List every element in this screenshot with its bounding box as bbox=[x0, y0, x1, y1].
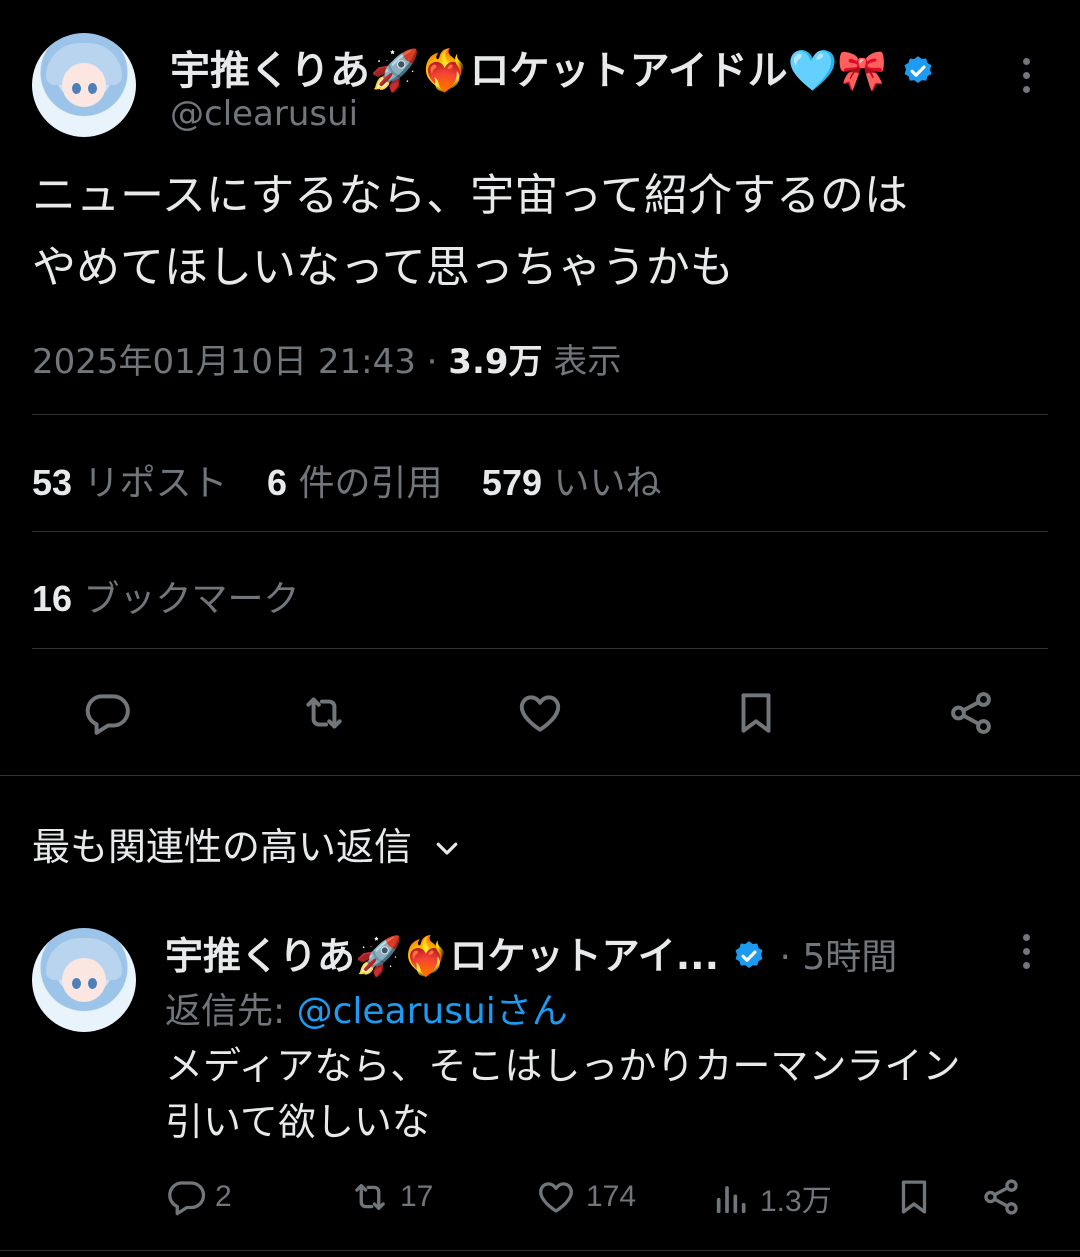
divider bbox=[32, 531, 1048, 532]
reply-icon bbox=[165, 1176, 207, 1218]
quotes-count: 6 bbox=[266, 462, 287, 503]
section-divider bbox=[0, 1250, 1080, 1251]
tweet-text: ニュースにするなら、宇宙って紹介するのは やめてほしいなって思っちゃうかも bbox=[32, 160, 908, 304]
reply-to-prefix: 返信先: bbox=[165, 991, 297, 1032]
reply-to: 返信先: @clearusuiさん bbox=[165, 982, 568, 1034]
like-icon[interactable] bbox=[514, 688, 566, 738]
verified-badge-icon bbox=[901, 52, 935, 86]
share-icon[interactable] bbox=[980, 1176, 1022, 1218]
share-icon[interactable] bbox=[946, 688, 996, 738]
likes-count: 579 bbox=[481, 462, 542, 503]
likes-stat[interactable]: 579 いいね bbox=[481, 462, 662, 504]
bookmarks-stat[interactable]: 16 ブックマーク bbox=[32, 570, 300, 622]
reply-text-line: メディアなら、そこはしっかりカーマンライン bbox=[165, 1044, 961, 1088]
tweet-text-line: ニュースにするなら、宇宙って紹介するのは bbox=[32, 170, 909, 221]
reply-time[interactable]: · 5時間 bbox=[780, 937, 898, 978]
bookmarks-count: 16 bbox=[32, 578, 73, 619]
bookmarks-label: ブックマーク bbox=[83, 579, 300, 620]
like-icon bbox=[534, 1176, 578, 1218]
verified-badge-icon bbox=[732, 938, 766, 972]
author-avatar[interactable] bbox=[32, 33, 136, 137]
tweet-text-line: やめてほしいなって思っちゃうかも bbox=[32, 242, 734, 293]
reply-author-name[interactable]: 宇推くりあ🚀❤️‍🔥ロケットアイ... · 5時間 bbox=[165, 925, 897, 980]
reply-like-button[interactable]: 174 bbox=[534, 1176, 636, 1218]
reply-icon[interactable] bbox=[82, 688, 132, 738]
author-name[interactable]: 宇推くりあ🚀❤️‍🔥ロケットアイドル🩵🎀 bbox=[170, 38, 935, 96]
reply-reposts-count: 17 bbox=[400, 1180, 434, 1213]
reply-author-avatar[interactable] bbox=[32, 928, 136, 1032]
reply-to-handle[interactable]: @clearusui bbox=[297, 991, 496, 1032]
more-icon[interactable] bbox=[1022, 934, 1030, 969]
quotes-label: 件の引用 bbox=[298, 463, 443, 504]
reply-views-button[interactable]: 1.3万 bbox=[712, 1176, 832, 1220]
stats-row: 53 リポスト 6 件の引用 579 いいね bbox=[32, 454, 661, 506]
views-icon bbox=[712, 1177, 752, 1219]
reply-text: メディアなら、そこはしっかりカーマンライン 引いて欲しいな bbox=[165, 1038, 960, 1150]
reply-repost-button[interactable]: 17 bbox=[348, 1176, 433, 1218]
reply-to-suffix: さん bbox=[495, 991, 568, 1032]
reposts-count: 53 bbox=[32, 462, 73, 503]
likes-label: いいね bbox=[553, 463, 662, 504]
bookmark-icon[interactable] bbox=[893, 1176, 935, 1218]
chevron-down-icon bbox=[432, 828, 462, 872]
repost-icon bbox=[348, 1176, 392, 1218]
repost-icon[interactable] bbox=[298, 688, 350, 738]
reply-likes-count: 174 bbox=[586, 1180, 637, 1213]
reply-reply-button[interactable]: 2 bbox=[165, 1176, 232, 1218]
reply-views-count: 1.3万 bbox=[760, 1185, 832, 1218]
reply-display-name: 宇推くりあ🚀❤️‍🔥ロケットアイ... bbox=[165, 934, 720, 978]
reposts-stat[interactable]: 53 リポスト bbox=[32, 462, 228, 504]
author-display-name: 宇推くりあ🚀❤️‍🔥ロケットアイドル🩵🎀 bbox=[170, 48, 888, 94]
reposts-label: リポスト bbox=[83, 463, 228, 504]
divider bbox=[32, 648, 1048, 649]
views-count: 3.9万 bbox=[448, 342, 543, 382]
section-divider bbox=[0, 775, 1080, 776]
author-handle[interactable]: @clearusui bbox=[170, 94, 358, 134]
quotes-stat[interactable]: 6 件の引用 bbox=[266, 462, 443, 504]
meta-separator: · bbox=[426, 342, 438, 382]
reply-replies-count: 2 bbox=[215, 1180, 232, 1213]
bookmark-icon[interactable] bbox=[731, 688, 781, 738]
views-label: 表示 bbox=[553, 342, 622, 382]
replies-sort-label: 最も関連性の高い返信 bbox=[32, 825, 413, 869]
replies-sort-dropdown[interactable]: 最も関連性の高い返信 bbox=[32, 816, 462, 872]
divider bbox=[32, 414, 1048, 415]
more-icon[interactable] bbox=[1022, 58, 1030, 93]
tweet-date[interactable]: 2025年01月10日 21:43 bbox=[32, 342, 416, 382]
tweet-meta: 2025年01月10日 21:43 · 3.9万 表示 bbox=[32, 334, 621, 383]
reply-text-line: 引いて欲しいな bbox=[165, 1100, 430, 1144]
